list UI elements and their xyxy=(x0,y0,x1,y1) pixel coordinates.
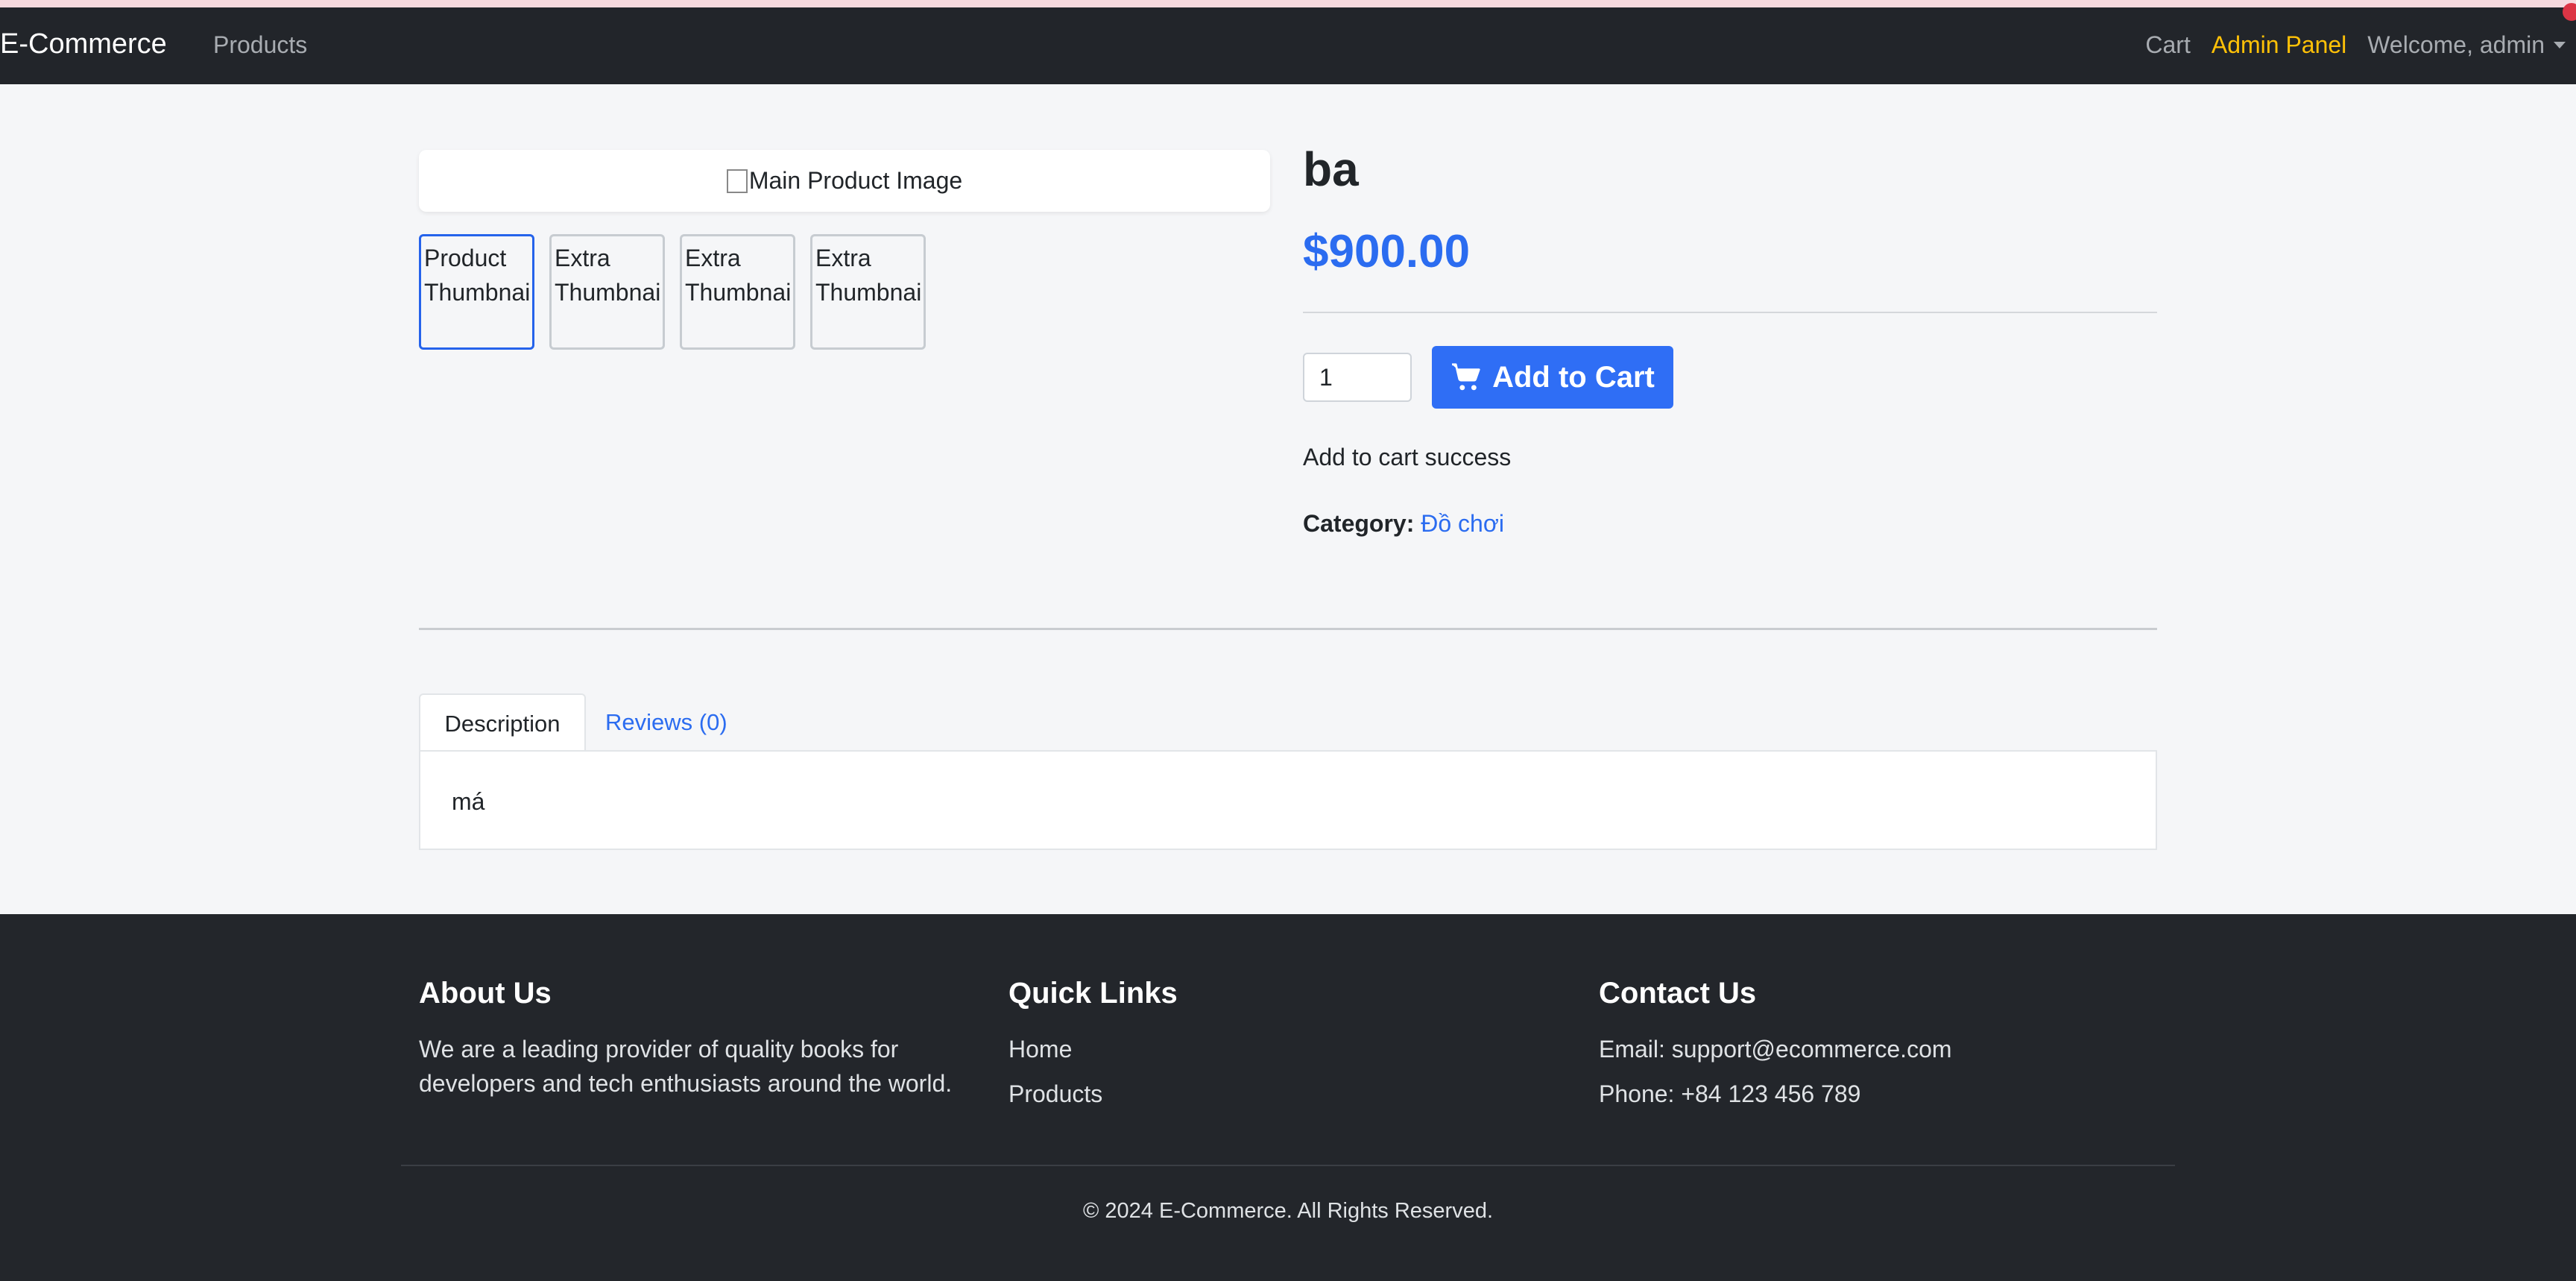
description-text: má xyxy=(452,788,485,815)
thumbnail-alt-line1: Extra xyxy=(815,245,871,271)
divider xyxy=(1303,312,2157,313)
thumbnail-3[interactable]: Extra Thumbnai xyxy=(680,234,795,350)
nav-cart-link[interactable]: Cart xyxy=(2145,31,2190,59)
nav-admin-panel-link[interactable]: Admin Panel xyxy=(2212,31,2346,59)
thumbnail-alt-line1: Product xyxy=(424,245,507,271)
thumbnail-alt-line2: Thumbnai xyxy=(685,279,792,306)
thumbnail-alt-line1: Extra xyxy=(685,245,741,271)
main-product-image: Main Product Image xyxy=(419,150,1270,212)
footer-links-title: Quick Links xyxy=(1008,977,1178,1010)
top-strip xyxy=(0,0,2576,7)
footer: About Us We are a leading provider of qu… xyxy=(0,914,2576,1281)
footer-contact-title: Contact Us xyxy=(1599,977,1757,1010)
nav-products-link[interactable]: Products xyxy=(213,31,307,59)
cart-status-message: Add to cart success xyxy=(1303,444,1512,470)
category-row: Category: Đồ chơi xyxy=(1303,510,1504,538)
add-to-cart-label: Add to Cart xyxy=(1492,360,1655,394)
footer-phone: Phone: +84 123 456 789 xyxy=(1599,1080,1861,1107)
broken-image-icon xyxy=(726,169,748,193)
main-image-alt: Main Product Image xyxy=(748,167,963,194)
caret-down-icon xyxy=(2554,42,2566,48)
product-price: $900.00 xyxy=(1303,226,1471,277)
nav-right: Cart Admin Panel Welcome, admin xyxy=(2145,31,2576,59)
footer-email: Email: support@ecommerce.com xyxy=(1599,1036,1952,1063)
category-label: Category: xyxy=(1303,510,1415,537)
thumbnail-4[interactable]: Extra Thumbnai xyxy=(810,234,926,350)
tab-description[interactable]: Description xyxy=(419,693,586,753)
user-dropdown-label: Welcome, admin xyxy=(2367,31,2545,58)
tab-reviews[interactable]: Reviews (0) xyxy=(605,693,727,752)
thumbnail-alt-line2: Thumbnai xyxy=(424,279,531,306)
cart-icon xyxy=(1452,363,1480,391)
product-title: ba xyxy=(1303,142,1359,196)
user-dropdown[interactable]: Welcome, admin xyxy=(2367,31,2576,59)
brand-link[interactable]: E-Commerce xyxy=(0,28,167,60)
navbar: E-Commerce Products Cart Admin Panel Wel… xyxy=(0,3,2576,84)
thumbnail-alt-line2: Thumbnai xyxy=(555,279,661,306)
footer-link-products[interactable]: Products xyxy=(1008,1077,1102,1111)
notification-dot-icon xyxy=(2563,3,2576,21)
section-divider xyxy=(419,628,2157,630)
footer-about-title: About Us xyxy=(419,977,552,1010)
thumbnail-2[interactable]: Extra Thumbnai xyxy=(549,234,665,350)
description-panel: má xyxy=(419,750,2157,850)
footer-about-line2: developers and tech enthusiasts around t… xyxy=(419,1070,953,1097)
footer-copyright: © 2024 E-Commerce. All Rights Reserved. xyxy=(1082,1199,1494,1223)
thumbnail-alt-line2: Thumbnai xyxy=(815,279,922,306)
footer-link-home[interactable]: Home xyxy=(1008,1032,1072,1066)
thumbnail-alt-line1: Extra xyxy=(555,245,610,271)
category-link[interactable]: Đồ chơi xyxy=(1421,510,1504,537)
add-to-cart-button[interactable]: Add to Cart xyxy=(1432,346,1673,409)
quantity-input[interactable]: 1 xyxy=(1303,353,1412,402)
footer-divider xyxy=(401,1165,2175,1166)
thumbnail-1[interactable]: Product Thumbnai xyxy=(419,234,534,350)
footer-about-line1: We are a leading provider of quality boo… xyxy=(419,1036,899,1063)
